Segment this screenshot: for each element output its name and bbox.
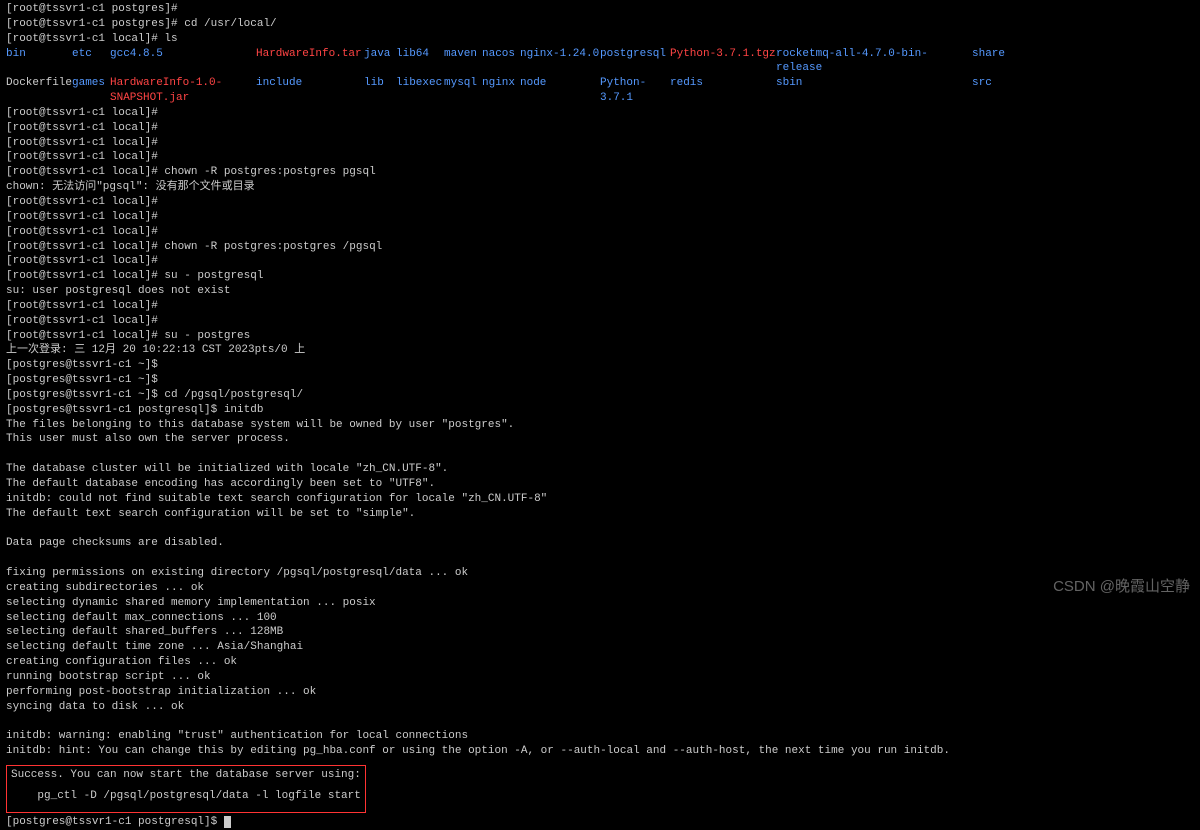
ls-item: share [972,47,1012,77]
ls-item: include [256,76,364,106]
output-line [6,522,1194,537]
prompt-line-current[interactable]: [postgres@tssvr1-c1 postgresql]$ [6,815,1194,830]
ls-item: maven [444,47,482,77]
output-line: selecting default shared_buffers ... 128… [6,625,1194,640]
ls-output-row: binetcgcc4.8.5HardwareInfo.tarjavalib64m… [6,47,1194,77]
ls-item: Python-3.7.1.tgz [670,47,776,77]
cursor-icon [224,816,231,828]
output-line: This user must also own the server proce… [6,432,1194,447]
output-line [6,447,1194,462]
prompt-line: [root@tssvr1-c1 local]# su - postgresql [6,269,1194,284]
success-box: Success. You can now start the database … [6,765,366,813]
ls-item: nginx [482,76,520,106]
ls-item: games [72,76,110,106]
prompt-line: [root@tssvr1-c1 local]# [6,150,1194,165]
ls-item: nginx-1.24.0 [520,47,600,77]
prompt-line: [postgres@tssvr1-c1 ~]$ [6,373,1194,388]
output-line: selecting dynamic shared memory implemen… [6,596,1194,611]
output-line: 上一次登录: 三 12月 20 10:22:13 CST 2023pts/0 上 [6,343,1194,358]
error-line: su: user postgresql does not exist [6,284,1194,299]
ls-item: gcc4.8.5 [110,47,256,77]
output-line: creating configuration files ... ok [6,655,1194,670]
prompt-line: [postgres@tssvr1-c1 postgresql]$ initdb [6,403,1194,418]
terminal-output[interactable]: [root@tssvr1-c1 postgres]# [root@tssvr1-… [6,2,1194,830]
output-line: The database cluster will be initialized… [6,462,1194,477]
output-line: syncing data to disk ... ok [6,700,1194,715]
success-line: Success. You can now start the database … [11,768,361,783]
prompt-line: [root@tssvr1-c1 local]# [6,136,1194,151]
ls-item: libexec [396,76,444,106]
ls-item: rocketmq-all-4.7.0-bin-release [776,47,972,77]
ls-output-row: DockerfilegamesHardwareInfo-1.0-SNAPSHOT… [6,76,1194,106]
ls-item: bin [6,47,72,77]
ls-item: nacos [482,47,520,77]
ls-item: postgresql [600,47,670,77]
prompt-line: [root@tssvr1-c1 local]# [6,225,1194,240]
prompt-line: [root@tssvr1-c1 local]# ls [6,32,1194,47]
output-line: The default database encoding has accord… [6,477,1194,492]
prompt-line: [postgres@tssvr1-c1 ~]$ [6,358,1194,373]
ls-item: etc [72,47,110,77]
prompt-line: [root@tssvr1-c1 local]# [6,121,1194,136]
prompt-line: [root@tssvr1-c1 local]# [6,195,1194,210]
output-line: Data page checksums are disabled. [6,536,1194,551]
prompt-line: [root@tssvr1-c1 local]# [6,314,1194,329]
ls-item: Dockerfile [6,76,72,106]
prompt-line: [root@tssvr1-c1 local]# [6,106,1194,121]
prompt-line: [root@tssvr1-c1 local]# chown -R postgre… [6,165,1194,180]
output-line: initdb: hint: You can change this by edi… [6,744,1194,759]
output-line: initdb: warning: enabling "trust" authen… [6,729,1194,744]
output-line: The default text search configuration wi… [6,507,1194,522]
output-line [6,715,1194,730]
ls-item: Python-3.7.1 [600,76,670,106]
prompt-line: [root@tssvr1-c1 local]# su - postgres [6,329,1194,344]
ls-item: HardwareInfo.tar [256,47,364,77]
output-line: running bootstrap script ... ok [6,670,1194,685]
prompt-line: [root@tssvr1-c1 local]# [6,254,1194,269]
output-line: fixing permissions on existing directory… [6,566,1194,581]
ls-item: redis [670,76,776,106]
initdb-output: The files belonging to this database sys… [6,418,1194,759]
ls-item: HardwareInfo-1.0-SNAPSHOT.jar [110,76,256,106]
prompt-line: [root@tssvr1-c1 local]# chown -R postgre… [6,240,1194,255]
success-command: pg_ctl -D /pgsql/postgresql/data -l logf… [11,789,361,804]
output-line: selecting default max_connections ... 10… [6,611,1194,626]
ls-item: java [364,47,396,77]
ls-item: sbin [776,76,972,106]
ls-item: node [520,76,600,106]
output-line: initdb: could not find suitable text sea… [6,492,1194,507]
ls-item: src [972,76,1012,106]
ls-item: lib [364,76,396,106]
output-line [6,551,1194,566]
error-line: chown: 无法访问"pgsql": 没有那个文件或目录 [6,180,1194,195]
prompt-line: [postgres@tssvr1-c1 ~]$ cd /pgsql/postgr… [6,388,1194,403]
output-line: performing post-bootstrap initialization… [6,685,1194,700]
prompt-line: [root@tssvr1-c1 local]# [6,210,1194,225]
prompt-line: [root@tssvr1-c1 local]# [6,299,1194,314]
output-line: creating subdirectories ... ok [6,581,1194,596]
ls-item: lib64 [396,47,444,77]
prompt-line: [root@tssvr1-c1 postgres]# cd /usr/local… [6,17,1194,32]
output-line: selecting default time zone ... Asia/Sha… [6,640,1194,655]
ls-item: mysql [444,76,482,106]
prompt-line: [root@tssvr1-c1 postgres]# [6,2,1194,17]
output-line: The files belonging to this database sys… [6,418,1194,433]
